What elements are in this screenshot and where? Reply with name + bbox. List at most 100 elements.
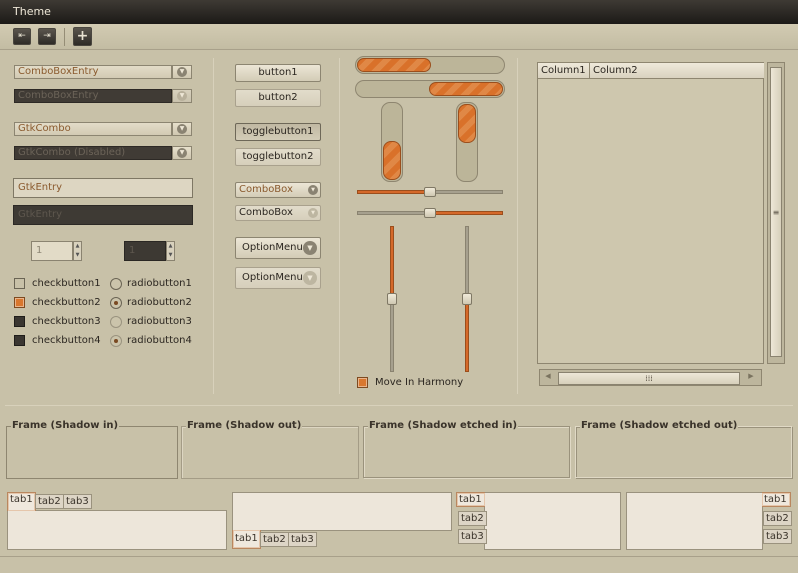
move-in-harmony-label: Move In Harmony <box>375 377 464 388</box>
button2[interactable]: button2 <box>235 89 321 107</box>
frame-label: Frame (Shadow in) <box>11 420 120 431</box>
checkbutton4-label: checkbutton4 <box>32 335 101 346</box>
combobox2-label: ComboBox <box>239 207 293 218</box>
tree-vertical-scrollbar[interactable]: ≡ <box>767 62 785 364</box>
frame-shadow-in: Frame (Shadow in) <box>6 420 178 479</box>
vertical-scroll-thumb[interactable]: ≡ <box>770 67 782 357</box>
chevron-down-icon: ▼ <box>177 148 187 158</box>
checkbutton2-label: checkbutton2 <box>32 297 101 308</box>
tab-3[interactable]: tab3 <box>763 529 792 544</box>
goto-first-icon[interactable]: ⇤ <box>13 28 31 45</box>
tab-3[interactable]: tab3 <box>288 532 317 547</box>
chevron-down-icon: ▼ <box>303 271 317 285</box>
checkbutton2-box[interactable] <box>14 297 25 308</box>
horizontal-scroll-thumb[interactable]: ⁞⁞⁞ <box>558 372 740 385</box>
chevron-down-icon: ▼ <box>303 241 317 255</box>
checkbutton1-box[interactable] <box>14 278 25 289</box>
progress-fill <box>458 104 476 143</box>
combobox-entry-button[interactable]: ▼ <box>172 65 192 79</box>
hscale-1-fill <box>357 190 430 194</box>
chevron-down-icon: ▼ <box>177 91 187 101</box>
optionmenu2[interactable]: OptionMenu ▼ <box>235 267 321 289</box>
progress-fill <box>429 82 503 96</box>
tree-view[interactable]: Column1 Column2 <box>537 62 764 364</box>
gtk-entry-disabled: GtkEntry <box>13 205 193 225</box>
optionmenu1[interactable]: OptionMenu ▼ <box>235 237 321 259</box>
notebook-tabs-left <box>484 492 621 550</box>
radiobutton1-circle[interactable] <box>110 278 122 290</box>
tab-1[interactable]: tab1 <box>232 530 261 549</box>
button1[interactable]: button1 <box>235 64 321 82</box>
gtkcombo-disabled: GtkCombo (Disabled) <box>14 146 172 160</box>
toolbar-separator <box>64 28 65 46</box>
spin-arrows-disabled: ▲ ▼ <box>166 241 175 261</box>
vscale-1-slider[interactable] <box>387 293 397 305</box>
optionmenu2-label: OptionMenu <box>242 272 303 283</box>
checkbutton4-box[interactable] <box>14 335 25 346</box>
chevron-down-icon: ▼ <box>177 124 187 134</box>
tab-3[interactable]: tab3 <box>458 529 487 544</box>
gtkcombo[interactable]: GtkCombo <box>14 122 172 136</box>
progressbar-horizontal-1 <box>355 56 505 74</box>
frame-label: Frame (Shadow etched in) <box>368 420 519 431</box>
combobox1[interactable]: ComboBox ▼ <box>235 182 321 198</box>
tree-column-header-1[interactable]: Column1 <box>538 63 590 79</box>
radiobutton2-label: radiobutton2 <box>127 297 192 308</box>
tab-2[interactable]: tab2 <box>260 532 289 547</box>
tab-1[interactable]: tab1 <box>456 492 485 507</box>
checkbutton3-label: checkbutton3 <box>32 316 101 327</box>
frame-shadow-out: Frame (Shadow out) <box>181 420 359 479</box>
radiobutton2-circle[interactable] <box>110 297 122 309</box>
vscale-1-fill <box>390 226 394 299</box>
gtkcombo-disabled-button: ▼ <box>172 146 192 160</box>
spin-button[interactable]: 1 <box>31 241 73 261</box>
radiobutton4-circle[interactable] <box>110 335 122 347</box>
column-separator <box>213 58 214 394</box>
window-title: Theme <box>13 5 51 18</box>
tab-3[interactable]: tab3 <box>63 494 92 509</box>
radiobutton3-circle[interactable] <box>110 316 122 328</box>
tab-2[interactable]: tab2 <box>35 494 64 509</box>
move-in-harmony-checkbox[interactable] <box>357 377 368 388</box>
scroll-left-icon[interactable]: ◀ <box>543 372 553 383</box>
radiobutton3-label: radiobutton3 <box>127 316 192 327</box>
progress-fill <box>357 58 431 72</box>
status-bar <box>0 556 798 573</box>
column-separator <box>517 58 518 394</box>
chevron-down-icon: ▼ <box>308 208 318 218</box>
combobox-entry-disabled: ComboBoxEntry <box>14 89 172 103</box>
combobox1-label: ComboBox <box>239 184 293 195</box>
combobox-entry[interactable]: ComboBoxEntry <box>14 65 172 79</box>
gtk-entry[interactable]: GtkEntry <box>13 178 193 198</box>
goto-last-icon[interactable]: ⇥ <box>38 28 56 45</box>
radiobutton4-label: radiobutton4 <box>127 335 192 346</box>
tree-column-header-2[interactable]: Column2 <box>590 63 764 79</box>
hscale-2-fill <box>430 211 503 215</box>
togglebutton1[interactable]: togglebutton1 <box>235 123 321 141</box>
tree-horizontal-scrollbar[interactable]: ◀ ⁞⁞⁞ ▶ <box>539 369 762 386</box>
tab-2[interactable]: tab2 <box>458 511 487 526</box>
scroll-right-icon[interactable]: ▶ <box>746 372 756 383</box>
progressbar-vertical-1 <box>381 102 403 182</box>
hscale-2-slider[interactable] <box>424 208 436 218</box>
checkbutton3-box[interactable] <box>14 316 25 327</box>
spin-arrows[interactable]: ▲ ▼ <box>73 241 82 261</box>
gtkcombo-button[interactable]: ▼ <box>172 122 192 136</box>
row-separator <box>5 405 793 406</box>
vscale-2-fill <box>465 299 469 372</box>
tab-2[interactable]: tab2 <box>763 511 792 526</box>
combobox2[interactable]: ComboBox ▼ <box>235 205 321 221</box>
chevron-down-icon: ▼ <box>177 67 187 77</box>
progress-fill <box>383 141 401 180</box>
chevron-down-icon: ▼ <box>308 185 318 195</box>
frame-label: Frame (Shadow out) <box>186 420 303 431</box>
add-icon[interactable]: + <box>73 27 92 46</box>
togglebutton2[interactable]: togglebutton2 <box>235 148 321 166</box>
vscale-2-slider[interactable] <box>462 293 472 305</box>
tab-1[interactable]: tab1 <box>762 492 791 507</box>
column-separator <box>339 58 340 394</box>
progressbar-vertical-2 <box>456 102 478 182</box>
hscale-1-slider[interactable] <box>424 187 436 197</box>
tab-1[interactable]: tab1 <box>7 492 36 511</box>
notebook-tabs-bottom <box>232 492 452 531</box>
